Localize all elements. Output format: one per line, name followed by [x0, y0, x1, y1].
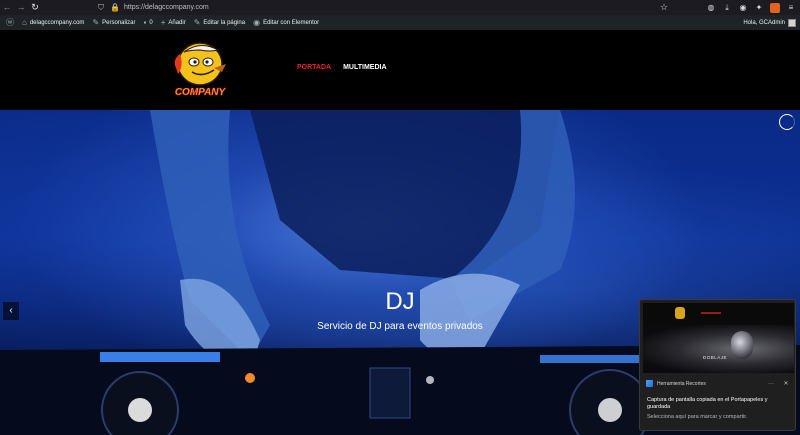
- screenshot-thumbnail[interactable]: DOBLAJE: [643, 303, 794, 373]
- microphone-image: [731, 331, 753, 359]
- elementor-icon: ◉: [253, 18, 261, 27]
- wp-logo-menu[interactable]: ⓦ: [2, 15, 18, 30]
- home-icon: ⌂: [22, 18, 27, 27]
- toolbar-right: ◍ ⤓ ◉ ✦ ≡: [706, 1, 796, 14]
- logo-text: COMPANY: [175, 87, 227, 98]
- close-icon[interactable]: ✕: [781, 380, 791, 387]
- more-options-icon[interactable]: ···: [765, 381, 777, 387]
- slider-autoplay-indicator[interactable]: [779, 114, 795, 130]
- notification-app-name: Herramienta Recortes: [657, 380, 706, 387]
- add-new-label: Añadir: [168, 19, 186, 26]
- slider-prev-button[interactable]: ‹: [3, 302, 19, 320]
- edit-elementor-label: Editar con Elementor: [263, 19, 320, 26]
- shield-icon[interactable]: ⛉: [96, 3, 106, 13]
- pencil-icon: ✎: [193, 18, 201, 27]
- customize-label: Personalizar: [102, 19, 136, 26]
- wp-admin-bar: ⓦ ⌂ delagccompany.com ✎ Personalizar ▪ 0…: [0, 15, 800, 30]
- thumbnail-menu: [701, 312, 721, 314]
- site-header: COMPANY PORTADA MULTIMEDIA: [0, 30, 800, 110]
- bookmark-star-icon[interactable]: ☆: [660, 2, 668, 13]
- admin-site-name[interactable]: ⌂ delagccompany.com: [18, 15, 88, 30]
- account-icon[interactable]: ◉: [738, 3, 748, 13]
- notification-message: Captura de pantalla copiada en el Portap…: [647, 397, 768, 410]
- admin-edit-elementor[interactable]: ◉ Editar con Elementor: [249, 15, 323, 30]
- admin-add-new[interactable]: + Añadir: [157, 15, 190, 30]
- comments-count: 0: [149, 19, 153, 26]
- main-menu: PORTADA MULTIMEDIA: [297, 64, 387, 71]
- url-text[interactable]: https://delagccompany.com: [124, 4, 209, 11]
- edit-page-label: Editar la página: [203, 19, 246, 26]
- plus-icon: +: [160, 18, 166, 27]
- forward-icon[interactable]: →: [14, 0, 28, 15]
- lock-icon[interactable]: 🔒: [110, 3, 120, 12]
- company-logo[interactable]: COMPANY: [170, 38, 230, 100]
- downloads-icon[interactable]: ⤓: [722, 3, 732, 13]
- back-icon[interactable]: ←: [0, 0, 14, 15]
- menu-item-portada[interactable]: PORTADA: [297, 64, 331, 71]
- admin-account[interactable]: Hola, GCAdmin: [743, 15, 796, 30]
- admin-customize[interactable]: ✎ Personalizar: [88, 15, 139, 30]
- brush-icon: ✎: [92, 18, 100, 27]
- thumbnail-hero: [643, 325, 794, 373]
- avatar: [788, 18, 796, 27]
- site-name-label: delagccompany.com: [29, 19, 85, 26]
- admin-comments[interactable]: ▪ 0: [140, 15, 157, 30]
- thumbnail-nav: [643, 303, 794, 325]
- reload-icon[interactable]: ↻: [28, 0, 42, 15]
- thumbnail-logo: [675, 307, 685, 319]
- snip-notification[interactable]: DOBLAJE Herramienta Recortes ··· ✕ Captu…: [639, 299, 796, 431]
- wordpress-icon: ⓦ: [6, 18, 14, 27]
- pocket-icon[interactable]: ◍: [706, 3, 716, 13]
- thumbnail-text: DOBLAJE: [703, 355, 728, 360]
- firefox-extension-icon[interactable]: [770, 2, 780, 13]
- snipping-tool-icon: [646, 380, 653, 387]
- admin-edit-page[interactable]: ✎ Editar la página: [190, 15, 249, 30]
- menu-icon[interactable]: ≡: [786, 3, 796, 13]
- notification-header: Herramienta Recortes ··· ✕: [646, 380, 791, 387]
- notification-hint: Selecciona aquí para marcar y compartir.: [647, 414, 748, 420]
- greeting-label: Hola, GCAdmin: [743, 19, 785, 26]
- comment-icon: ▪: [143, 18, 147, 27]
- address-bar[interactable]: ⛉ 🔒 https://delagccompany.com: [96, 1, 672, 14]
- menu-item-multimedia[interactable]: MULTIMEDIA: [343, 64, 386, 71]
- extensions-icon[interactable]: ✦: [754, 3, 764, 13]
